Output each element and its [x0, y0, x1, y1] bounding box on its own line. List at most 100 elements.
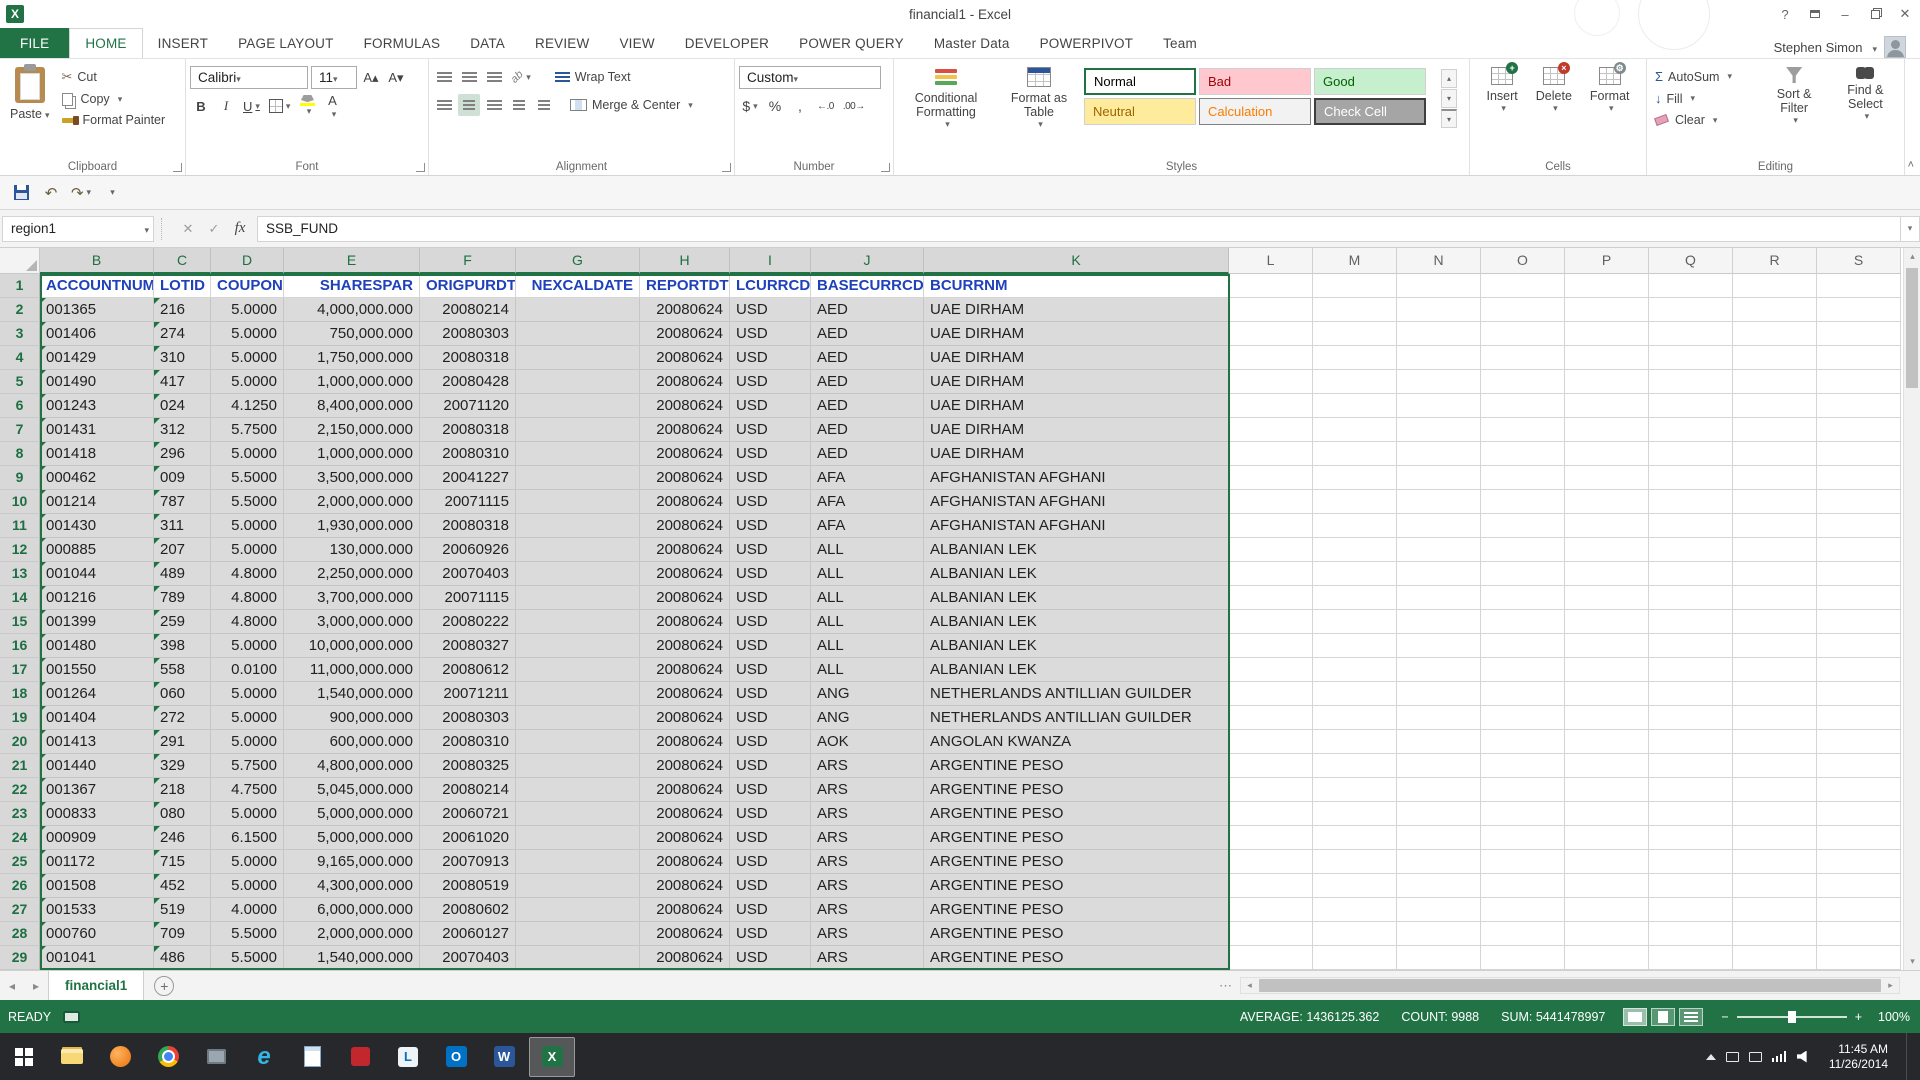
cell[interactable] — [1313, 682, 1397, 706]
cell[interactable]: 001480 — [40, 634, 154, 658]
cell[interactable] — [1817, 538, 1901, 562]
cell[interactable]: USD — [730, 898, 811, 922]
column-header-D[interactable]: D — [211, 248, 284, 274]
cell[interactable] — [1481, 370, 1565, 394]
cell[interactable]: 5.5000 — [211, 466, 284, 490]
cell[interactable] — [1397, 826, 1481, 850]
cell[interactable]: ALL — [811, 562, 924, 586]
cell[interactable]: 20080624 — [640, 442, 730, 466]
column-header-P[interactable]: P — [1565, 248, 1649, 274]
cell[interactable] — [516, 634, 640, 658]
cell[interactable]: ANGOLAN KWANZA — [924, 730, 1229, 754]
cell[interactable] — [1229, 394, 1313, 418]
cell[interactable]: 310 — [154, 346, 211, 370]
zoom-slider-thumb[interactable] — [1788, 1011, 1796, 1023]
cell[interactable]: USD — [730, 706, 811, 730]
cell[interactable]: 20080624 — [640, 946, 730, 970]
cell[interactable] — [1817, 706, 1901, 730]
cell[interactable]: 2,000,000.000 — [284, 922, 420, 946]
cell[interactable] — [1733, 898, 1817, 922]
cell[interactable] — [1229, 802, 1313, 826]
cell[interactable] — [1733, 826, 1817, 850]
cell[interactable]: USD — [730, 562, 811, 586]
cell[interactable] — [1733, 730, 1817, 754]
cell[interactable]: 20080624 — [640, 562, 730, 586]
cell[interactable]: USD — [730, 322, 811, 346]
cell[interactable] — [1397, 682, 1481, 706]
excel-icon[interactable]: X — [529, 1037, 575, 1077]
column-header-N[interactable]: N — [1397, 248, 1481, 274]
cell[interactable] — [1565, 418, 1649, 442]
cell[interactable] — [1313, 562, 1397, 586]
cell[interactable]: 5.0000 — [211, 298, 284, 322]
cell[interactable] — [1817, 922, 1901, 946]
tab-scroll-splitter[interactable]: ⋯ — [1219, 978, 1232, 994]
cell[interactable]: USD — [730, 802, 811, 826]
cell[interactable]: 20080624 — [640, 682, 730, 706]
cell[interactable]: 20080214 — [420, 778, 516, 802]
cell[interactable] — [516, 586, 640, 610]
cell[interactable]: ALL — [811, 610, 924, 634]
cell[interactable] — [1313, 658, 1397, 682]
sheet-nav-right[interactable]: ▸ — [24, 979, 48, 993]
cell[interactable] — [1397, 922, 1481, 946]
cell[interactable]: ALBANIAN LEK — [924, 610, 1229, 634]
cell[interactable] — [1229, 610, 1313, 634]
row-header-28[interactable]: 28 — [0, 922, 40, 946]
cell[interactable]: USD — [730, 490, 811, 514]
cell[interactable]: 001404 — [40, 706, 154, 730]
cell[interactable] — [1649, 538, 1733, 562]
sheet-nav-left[interactable]: ◂ — [0, 979, 24, 993]
cell[interactable] — [1481, 802, 1565, 826]
cell[interactable]: AOK — [811, 730, 924, 754]
cell[interactable] — [1229, 754, 1313, 778]
insert-function-button[interactable]: fx — [227, 216, 253, 242]
format-as-table-button[interactable]: Format as Table — [996, 62, 1082, 157]
cell[interactable] — [1565, 898, 1649, 922]
cell[interactable]: 5.0000 — [211, 874, 284, 898]
cell[interactable] — [1649, 754, 1733, 778]
cell[interactable] — [1733, 274, 1817, 298]
sort-filter-button[interactable]: Sort & Filter — [1760, 62, 1829, 157]
cell[interactable]: ALBANIAN LEK — [924, 538, 1229, 562]
cell[interactable] — [1733, 514, 1817, 538]
row-header-23[interactable]: 23 — [0, 802, 40, 826]
cell[interactable]: 1,930,000.000 — [284, 514, 420, 538]
cell[interactable]: 20080612 — [420, 658, 516, 682]
cell[interactable] — [516, 850, 640, 874]
decrease-indent-button[interactable] — [508, 94, 530, 116]
volume-icon[interactable] — [1797, 1051, 1811, 1063]
cell[interactable]: 5.5000 — [211, 946, 284, 970]
cell[interactable] — [1733, 946, 1817, 970]
cell[interactable] — [1649, 778, 1733, 802]
percent-style-button[interactable]: % — [764, 95, 786, 117]
cell[interactable]: 001550 — [40, 658, 154, 682]
cell[interactable] — [1649, 298, 1733, 322]
cell[interactable] — [1481, 754, 1565, 778]
cell[interactable] — [1397, 370, 1481, 394]
cell[interactable] — [1397, 706, 1481, 730]
row-header-21[interactable]: 21 — [0, 754, 40, 778]
cell[interactable] — [1229, 322, 1313, 346]
middle-align-button[interactable] — [458, 66, 480, 88]
scroll-right-icon[interactable]: ▸ — [1882, 978, 1899, 993]
user-account[interactable]: Stephen Simon — [1774, 36, 1920, 58]
cell[interactable] — [516, 778, 640, 802]
cell[interactable]: 20080624 — [640, 850, 730, 874]
zoom-level[interactable]: 100% — [1870, 1010, 1910, 1024]
start-icon[interactable] — [1, 1037, 47, 1077]
file-explorer-icon[interactable] — [49, 1037, 95, 1077]
cell[interactable] — [1229, 730, 1313, 754]
vertical-scroll-thumb[interactable] — [1906, 268, 1918, 388]
cell[interactable] — [1733, 610, 1817, 634]
cell[interactable] — [1817, 562, 1901, 586]
cell[interactable]: 20080325 — [420, 754, 516, 778]
help-button[interactable]: ? — [1770, 0, 1800, 28]
cell[interactable]: 4.8000 — [211, 586, 284, 610]
cell[interactable]: 296 — [154, 442, 211, 466]
horizontal-scrollbar[interactable]: ◂ ▸ — [1240, 977, 1900, 994]
cell[interactable]: 489 — [154, 562, 211, 586]
font-size-select[interactable]: 11 — [311, 66, 357, 89]
cell[interactable]: ALBANIAN LEK — [924, 658, 1229, 682]
cell[interactable] — [1817, 682, 1901, 706]
